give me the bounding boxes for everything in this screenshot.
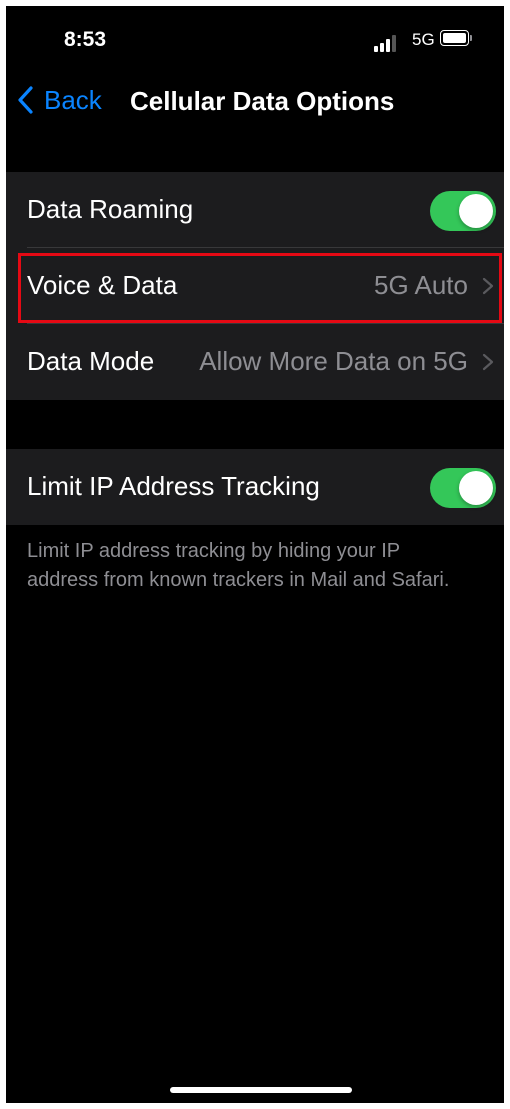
limit-ip-tracking-footnote: Limit IP address tracking by hiding your… bbox=[27, 540, 450, 591]
status-bar: 8:53 5G bbox=[6, 6, 504, 76]
limit-ip-tracking-toggle[interactable] bbox=[430, 468, 496, 508]
chevron-right-icon bbox=[482, 353, 494, 371]
home-indicator[interactable] bbox=[170, 1087, 352, 1093]
battery-icon bbox=[440, 30, 472, 46]
voice-data-row[interactable]: Voice & Data 5G Auto bbox=[6, 248, 504, 324]
limit-ip-tracking-row: Limit IP Address Tracking bbox=[6, 449, 504, 525]
network-type: 5G bbox=[412, 30, 435, 49]
data-mode-row[interactable]: Data Mode Allow More Data on 5G bbox=[6, 324, 504, 400]
page-title: Cellular Data Options bbox=[130, 86, 395, 116]
data-roaming-row: Data Roaming bbox=[6, 172, 504, 248]
limit-ip-tracking-label: Limit IP Address Tracking bbox=[27, 471, 320, 501]
voice-data-label: Voice & Data bbox=[27, 270, 178, 300]
back-button[interactable]: Back bbox=[16, 82, 102, 118]
chevron-right-icon bbox=[482, 277, 494, 295]
data-roaming-toggle[interactable] bbox=[430, 191, 496, 231]
voice-data-value: 5G Auto bbox=[374, 270, 468, 300]
toggle-knob bbox=[459, 194, 493, 228]
data-mode-value: Allow More Data on 5G bbox=[199, 346, 468, 376]
navigation-bar: Back Cellular Data Options bbox=[6, 76, 504, 126]
cellular-signal-icon bbox=[374, 34, 402, 52]
status-time: 8:53 bbox=[64, 28, 107, 51]
back-label: Back bbox=[44, 84, 102, 115]
chevron-left-icon bbox=[18, 86, 33, 114]
screen: 8:53 5G Back Cellular Data Options Data … bbox=[6, 6, 504, 1103]
privacy-settings-group: Limit IP Address Tracking bbox=[6, 449, 504, 525]
data-mode-label: Data Mode bbox=[27, 346, 155, 376]
cellular-settings-group: Data Roaming Voice & Data 5G Auto Data M… bbox=[6, 172, 504, 400]
toggle-knob bbox=[459, 471, 493, 505]
data-roaming-label: Data Roaming bbox=[27, 194, 194, 224]
